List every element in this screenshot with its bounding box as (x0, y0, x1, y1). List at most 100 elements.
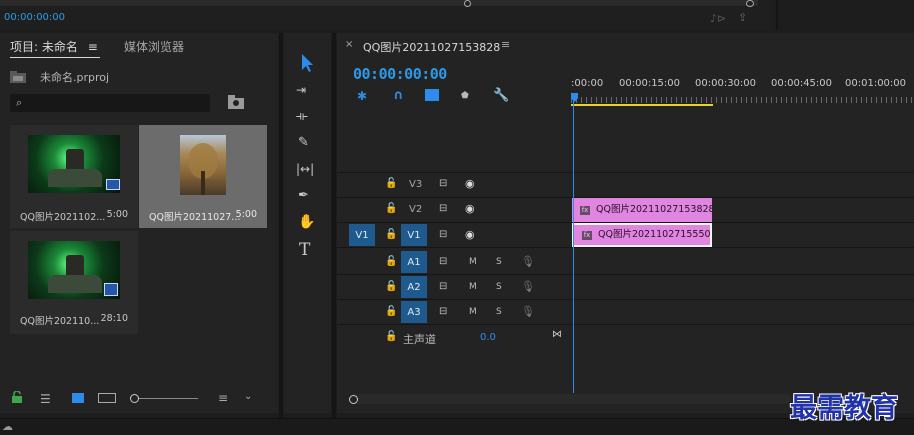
item-name-2: QQ图片20211027... (149, 212, 241, 223)
track-row-v3 (337, 172, 914, 197)
zoom-slider[interactable] (130, 398, 198, 399)
sync-lock-icon[interactable]: ⊟ (439, 256, 447, 267)
item-duration-1: 5:00 (106, 209, 128, 220)
new-search-bin-icon[interactable] (228, 95, 244, 109)
mute-button[interactable]: M (469, 282, 477, 292)
source-playhead-marker[interactable] (464, 0, 471, 7)
track-lock-icon[interactable]: 🔓 (385, 203, 397, 214)
time-ruler[interactable]: :00:00 00:00:15:00 00:00:30:00 00:00:45:… (571, 75, 914, 109)
mute-button[interactable]: M (469, 257, 477, 267)
track-lock-icon[interactable]: 🔓 (385, 281, 397, 292)
panel-divider[interactable] (279, 33, 283, 418)
pen-tool-icon[interactable]: ✒ (298, 188, 309, 203)
solo-button[interactable]: S (496, 257, 502, 267)
source-patch-v1[interactable]: V1 (349, 224, 375, 246)
track-lock-icon[interactable]: 🔓 (385, 178, 397, 189)
item-name-1: QQ图片2021102... (20, 212, 106, 223)
track-target-a1[interactable]: A1 (401, 251, 427, 273)
track-lock-icon[interactable]: 🔓 (385, 256, 397, 267)
sync-lock-icon[interactable]: ⊟ (439, 203, 447, 214)
close-icon[interactable]: × (345, 39, 353, 50)
master-meter-icon[interactable]: ⋈ (552, 329, 562, 340)
export-icon[interactable]: ⇪ (738, 11, 747, 24)
track-lock-icon[interactable]: 🔓 (385, 331, 397, 342)
sequence-menu-icon[interactable]: ≡ (501, 38, 510, 51)
project-panel: 项目: 未命名 ≡ 媒体浏览器 未命名.prproj ⌕ QQ图片2021102… (0, 33, 278, 413)
mic-icon[interactable]: 🎙 (521, 305, 535, 318)
tab-project-underline (10, 57, 100, 58)
project-item-1[interactable]: QQ图片2021102... 5:00 (10, 125, 138, 228)
sequence-icon (106, 179, 120, 190)
panel-divider[interactable] (332, 33, 336, 418)
add-marker-icon[interactable]: ⬟ (461, 91, 469, 101)
watermark-text: 最需教育 (790, 393, 898, 424)
track-target-a2[interactable]: A2 (401, 276, 427, 298)
source-zoom-handle[interactable] (746, 0, 754, 7)
freeform-view-icon[interactable] (98, 393, 116, 403)
source-timecode[interactable]: 00:00:00:00 (4, 12, 65, 23)
clip-v1[interactable]: fx QQ图片20211027155500 (572, 223, 712, 247)
creative-cloud-icon[interactable]: ☁ (2, 420, 13, 433)
timeline-settings-icon[interactable]: 🔧 (493, 88, 509, 103)
razor-tool-icon[interactable]: ✎ (298, 135, 309, 150)
playhead-line[interactable] (573, 101, 574, 393)
clip-v2-label: QQ图片20211027153828. (596, 204, 712, 215)
eye-icon[interactable]: ◉ (465, 177, 475, 190)
mic-icon[interactable]: 🎙 (521, 255, 535, 268)
zoom-slider-handle[interactable] (130, 394, 139, 403)
sync-lock-icon[interactable]: ⊟ (439, 229, 447, 240)
track-select-tool-icon[interactable]: ⇥ (296, 83, 306, 97)
eye-icon[interactable]: ◉ (465, 202, 475, 215)
tab-media-browser[interactable]: 媒体浏览器 (124, 38, 184, 55)
solo-button[interactable]: S (496, 307, 502, 317)
project-item-3[interactable]: QQ图片202110... 28:10 (10, 231, 138, 334)
chevron-down-icon[interactable]: ⌄ (244, 391, 252, 402)
track-name-v3: V3 (409, 179, 423, 190)
status-bar: ☁ (0, 418, 914, 435)
search-icon: ⌕ (16, 96, 23, 109)
timeline-panel: × QQ图片20211027153828 ≡ 00:00:00:00 ✱ ∩ ⬟… (337, 33, 914, 413)
project-search-input[interactable]: ⌕ (10, 94, 210, 112)
solo-button[interactable]: S (496, 282, 502, 292)
mic-icon[interactable]: 🎙 (521, 280, 535, 293)
selection-tool-icon[interactable] (294, 51, 318, 73)
timeline-scrollbar[interactable] (351, 394, 791, 404)
ripple-edit-tool-icon[interactable]: ⟛ (296, 109, 308, 124)
tab-project-label: 项目: 未命名 (10, 40, 78, 54)
project-item-2[interactable]: QQ图片20211027... 5:00 (139, 125, 267, 228)
lock-icon[interactable] (12, 391, 22, 403)
project-file-icon (10, 71, 26, 83)
sync-lock-icon[interactable]: ⊟ (439, 281, 447, 292)
track-target-v1[interactable]: V1 (401, 224, 427, 246)
export-frame-icon[interactable]: ♪⊳ (710, 12, 726, 25)
eye-icon[interactable]: ◉ (465, 228, 475, 241)
list-view-icon[interactable]: ☰ (40, 392, 51, 406)
sync-lock-icon[interactable]: ⊟ (439, 178, 447, 189)
mute-button[interactable]: M (469, 307, 477, 317)
type-tool-icon[interactable]: T (299, 240, 310, 260)
tab-project[interactable]: 项目: 未命名 ≡ (10, 38, 98, 55)
track-target-a3[interactable]: A3 (401, 301, 427, 323)
slip-tool-icon[interactable]: |↔| (296, 162, 314, 176)
ruler-label-45: 00:00:45:00 (771, 78, 833, 89)
nest-toggle-icon[interactable]: ✱ (357, 89, 367, 103)
master-volume-value[interactable]: 0.0 (480, 332, 496, 343)
ruler-label-15: 00:00:15:00 (619, 78, 681, 89)
hand-tool-icon[interactable]: ✋ (298, 214, 315, 230)
item-thumbnail-2 (180, 135, 226, 195)
track-lock-icon[interactable]: 🔓 (385, 229, 397, 240)
playhead-timecode[interactable]: 00:00:00:00 (353, 65, 447, 83)
icon-view-icon[interactable] (72, 393, 84, 403)
sequence-tab-title[interactable]: QQ图片20211027153828 (363, 39, 500, 55)
ruler-label-30: 00:00:30:00 (695, 78, 757, 89)
clip-v2[interactable]: fx QQ图片20211027153828. (572, 198, 712, 222)
source-scrollbar[interactable] (0, 0, 758, 6)
track-lock-icon[interactable]: 🔓 (385, 306, 397, 317)
sync-lock-icon[interactable]: ⊟ (439, 306, 447, 317)
sort-icon[interactable]: ≡ (218, 391, 228, 405)
linked-selection-icon[interactable] (425, 89, 439, 101)
scroll-left-handle[interactable] (349, 395, 358, 404)
snap-icon[interactable]: ∩ (393, 88, 404, 103)
panel-menu-icon[interactable]: ≡ (88, 40, 98, 54)
work-area-bar[interactable] (571, 104, 713, 106)
